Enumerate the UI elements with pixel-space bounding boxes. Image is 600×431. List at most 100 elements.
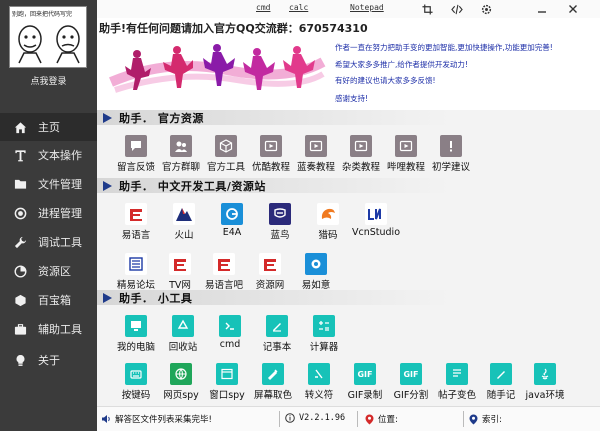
video-icon [260,135,282,157]
tool-label: 屏幕取色 [253,390,292,401]
banner: 助手!有任何问题请加入官方QQ交流群：670574310 作者一直在努力把助手变… [97,18,600,110]
tool-keycode[interactable]: 按键码 [113,363,159,401]
tool-label: 易语言吧 [204,280,243,291]
tool-calculator[interactable]: 计算器 [301,315,347,353]
tool-misc-tutorial[interactable]: 杂类教程 [338,135,384,173]
eyuyan-bar-icon [213,253,235,275]
escape-icon [308,363,330,385]
tool-bilibili-tutorial[interactable]: 哔哩教程 [383,135,429,173]
tool-label: 随手记 [486,390,516,401]
tool-label: cmd [219,339,241,350]
tool-e4a[interactable]: E4A [209,203,255,238]
eruyi-icon [305,253,327,275]
computer-icon [125,315,147,337]
notepad-link[interactable]: Notepad [350,3,384,12]
minimize-icon[interactable] [534,1,550,17]
group-chat-icon [170,135,192,157]
text-icon [6,149,34,162]
tool-feedback[interactable]: 留言反馈 [113,135,159,173]
tool-recycle-bin[interactable]: 回收站 [160,315,206,353]
tool-label: 回收站 [168,342,198,353]
tool-escape-chars[interactable]: 转义符 [296,363,342,401]
crop-icon[interactable] [419,1,435,17]
tool-label: 蓝奏教程 [296,162,335,173]
sidebar-item-text[interactable]: 文本操作 [0,141,97,169]
sidebar-item-label: 关于 [38,354,60,367]
tool-beginner-advice[interactable]: 初学建议 [428,135,474,173]
tool-post-color[interactable]: 帖子变色 [434,363,480,401]
index-label: 索引: [482,415,502,425]
feedback-icon [125,135,147,157]
terminal-icon [219,315,241,337]
tool-color-picker[interactable]: 屏幕取色 [250,363,296,401]
video-icon [395,135,417,157]
tool-my-computer[interactable]: 我的电脑 [113,315,159,353]
keyboard-icon [125,363,147,385]
sidebar-item-label: 资源区 [38,265,71,278]
tool-label: 我的电脑 [116,342,155,353]
tool-eruyi[interactable]: 易如意 [293,253,339,291]
tool-label: 哔哩教程 [386,162,425,173]
sidebar-item-process[interactable]: 进程管理 [0,199,97,227]
status-version: V2.2.1.96 [285,413,345,423]
tool-label: 杂类教程 [341,162,380,173]
tool-huoshan[interactable]: 火山 [161,203,207,241]
tool-web-spy[interactable]: 网页spy [158,363,204,401]
tool-lanzou-tutorial[interactable]: 蓝奏教程 [293,135,339,173]
post-color-icon [446,363,468,385]
close-icon[interactable] [565,1,581,17]
tool-eyuyan-bar[interactable]: 易语言吧 [201,253,247,291]
tool-jingyi-forum[interactable]: 精易论坛 [113,253,159,291]
tool-notepad[interactable]: 记事本 [254,315,300,353]
calc-link[interactable]: calc [289,3,308,12]
status-divider [357,411,358,427]
version-text: V2.2.1.96 [299,413,346,423]
tool-vcnstudio[interactable]: VcnStudio [352,203,400,238]
tool-gif-record[interactable]: GIF GIF录制 [342,363,388,401]
sidebar-item-toolbox[interactable]: 百宝箱 [0,286,97,314]
sidebar-item-assist[interactable]: 辅助工具 [0,315,97,343]
sidebar-item-about[interactable]: 关于 [0,346,97,374]
sidebar-item-files[interactable]: 文件管理 [0,170,97,198]
title-bar: cmd calc Notepad [97,0,600,18]
tool-tv-site[interactable]: TV网 [157,253,203,291]
arrow-right-icon [103,180,112,191]
tool-lanniao[interactable]: 蓝鸟 [257,203,303,241]
box-icon [6,294,34,307]
tool-official-group[interactable]: 官方群聊 [158,135,204,173]
tv-site-icon [169,253,191,275]
tool-label: 易语言 [121,230,151,241]
cmd-link[interactable]: cmd [256,3,270,12]
briefcase-icon [6,323,34,336]
tool-resource-site[interactable]: 资源网 [247,253,293,291]
meme-face-icon [18,25,42,64]
login-link[interactable]: 点我登录 [0,74,97,87]
tool-gif-split[interactable]: GIF GIF分割 [388,363,434,401]
code-icon[interactable] [449,1,465,17]
sidebar-item-label: 文本操作 [38,149,82,162]
tool-official-tools[interactable]: 官方工具 [203,135,249,173]
tool-label: 易如意 [301,280,331,291]
tool-cmd[interactable]: cmd [207,315,253,350]
sidebar-item-label: 辅助工具 [38,323,82,336]
pen-icon [490,363,512,385]
tool-liema[interactable]: 猎码 [305,203,351,241]
settings-icon[interactable] [478,1,494,17]
tool-label: 窗口spy [209,390,245,401]
sidebar-item-resources[interactable]: 资源区 [0,257,97,285]
sidebar-item-debug[interactable]: 调试工具 [0,228,97,256]
tool-youku-tutorial[interactable]: 优酷教程 [248,135,294,173]
banner-line: 感谢支持! [335,94,369,103]
avatar-caption: 别跑，回来把代码写完 [12,11,73,18]
tool-eyuyan[interactable]: 易语言 [113,203,159,241]
sidebar-item-home[interactable]: 主页 [0,113,97,141]
status-divider [279,411,280,427]
tool-window-spy[interactable]: 窗口spy [204,363,250,401]
tool-label: 帖子变色 [437,390,476,401]
home-icon [6,121,34,134]
video-icon [305,135,327,157]
tool-quick-notes[interactable]: 随手记 [478,363,524,401]
java-icon [534,363,556,385]
tool-java-env[interactable]: java环境 [522,363,568,401]
avatar[interactable]: 别跑，回来把代码写完 [9,6,87,68]
